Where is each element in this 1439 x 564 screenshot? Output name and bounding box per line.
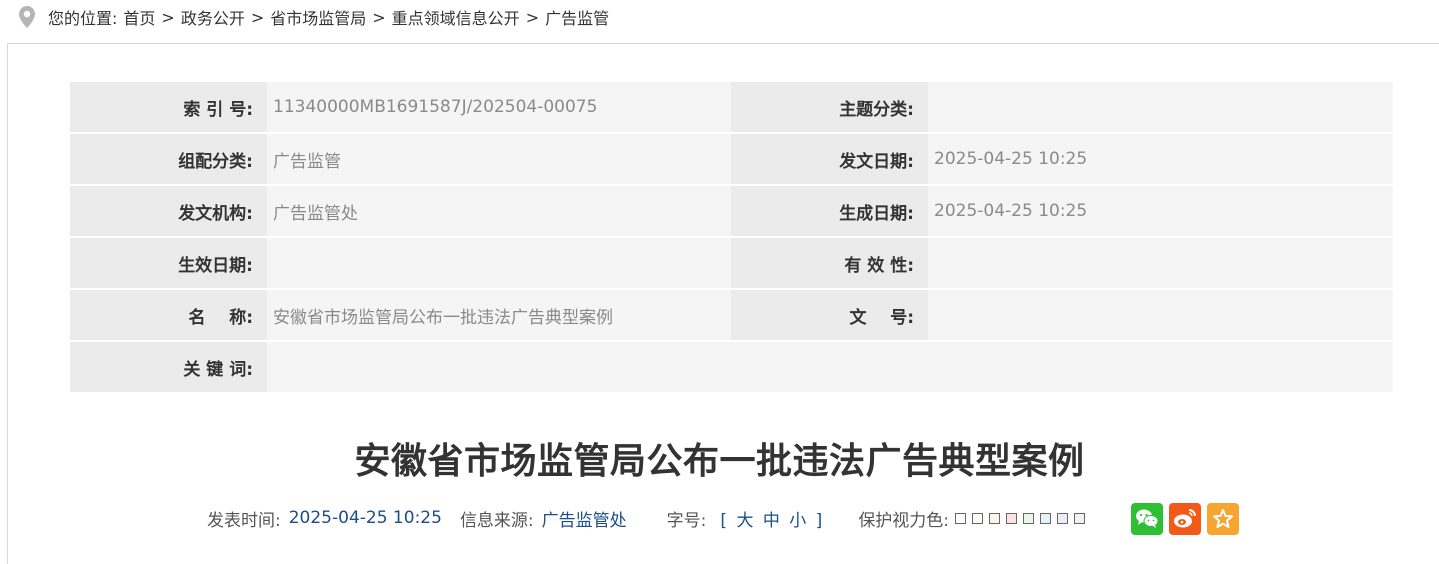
color-swatch[interactable]	[972, 512, 984, 524]
generated-date-label: 生成日期:	[731, 185, 928, 238]
source-value: 广告监管处	[541, 510, 627, 531]
breadcrumb-home[interactable]: 首页	[123, 5, 155, 29]
wechat-icon	[1136, 509, 1159, 528]
table-row: 组配分类: 广告监管 发文日期: 2025-04-25 10:25	[70, 133, 1393, 186]
generated-date-value: 2025-04-25 10:25	[928, 185, 1393, 238]
topic-category-value	[928, 82, 1393, 134]
topic-category-label: 主题分类:	[731, 82, 928, 134]
favorite-button[interactable]	[1207, 503, 1239, 535]
table-row: 关 键 词:	[70, 341, 1393, 394]
validity-value	[928, 237, 1393, 290]
name-label: 名 称:	[70, 289, 267, 342]
breadcrumb-separator: >	[372, 7, 386, 27]
issuing-agency-value: 广告监管处	[267, 185, 731, 238]
breadcrumb-separator: >	[161, 7, 175, 27]
color-swatch[interactable]	[955, 512, 967, 524]
publish-time-value: 2025-04-25 10:25	[288, 508, 442, 528]
keywords-label: 关 键 词:	[70, 341, 267, 394]
location-pin-icon	[19, 6, 35, 28]
issuing-agency-label: 发文机构:	[70, 185, 267, 238]
font-medium-button[interactable]: 中	[763, 511, 780, 531]
group-category-label: 组配分类:	[70, 133, 267, 186]
breadcrumb-ad-supervision[interactable]: 广告监管	[545, 5, 609, 29]
document-metadata-table: 索 引 号: 11340000MB1691587J/202504-00075 主…	[70, 82, 1393, 394]
breadcrumb-prefix: 您的位置:	[48, 9, 118, 28]
weibo-share-button[interactable]	[1169, 503, 1201, 535]
article-info-bar: 发表时间: 2025-04-25 10:25 信息来源: 广告监管处 字号: […	[207, 500, 1086, 536]
breadcrumb-key-areas[interactable]: 重点领域信息公开	[392, 5, 520, 29]
document-number-label: 文 号:	[731, 289, 928, 342]
bracket-open: [	[720, 510, 728, 531]
issue-date-label: 发文日期:	[731, 133, 928, 186]
index-number-value: 11340000MB1691587J/202504-00075	[267, 82, 731, 134]
source-label: 信息来源:	[459, 510, 534, 531]
bracket-close: ]	[815, 510, 823, 531]
font-size-label: 字号:	[666, 510, 707, 531]
article-title: 安徽省市场监管局公布一批违法广告典型案例	[354, 441, 1085, 482]
table-row: 索 引 号: 11340000MB1691587J/202504-00075 主…	[70, 82, 1393, 134]
breadcrumb-gov-affairs[interactable]: 政务公开	[181, 5, 245, 29]
effective-date-label: 生效日期:	[70, 237, 267, 290]
publish-time-label: 发表时间:	[207, 510, 281, 531]
eye-protection-swatches	[955, 512, 1086, 524]
document-number-value	[928, 289, 1393, 342]
color-swatch[interactable]	[1023, 512, 1035, 524]
breadcrumb-separator: >	[250, 7, 265, 27]
font-small-button[interactable]: 小	[789, 511, 806, 531]
validity-label: 有 效 性:	[731, 237, 928, 290]
weibo-icon	[1174, 509, 1196, 528]
color-swatch[interactable]	[1057, 512, 1069, 524]
share-buttons	[1131, 503, 1239, 535]
keywords-value	[267, 341, 1393, 394]
wechat-share-button[interactable]	[1131, 503, 1163, 535]
color-swatch[interactable]	[1040, 512, 1052, 524]
index-number-label: 索 引 号:	[70, 82, 267, 134]
font-large-button[interactable]: 大	[736, 511, 753, 531]
table-row: 生效日期: 有 效 性:	[70, 237, 1393, 290]
breadcrumb-separator: >	[525, 7, 540, 27]
breadcrumb: 您的位置: 首页 > 政务公开 > 省市场监管局 > 重点领域信息公开 > 广告…	[18, 0, 1439, 34]
table-row: 名 称: 安徽省市场监管局公布一批违法广告典型案例 文 号:	[70, 289, 1393, 342]
favorite-icon	[1213, 509, 1233, 528]
group-category-value: 广告监管	[267, 133, 731, 186]
issue-date-value: 2025-04-25 10:25	[928, 133, 1393, 186]
table-row: 发文机构: 广告监管处 生成日期: 2025-04-25 10:25	[70, 185, 1393, 238]
font-size-controls: [ 大 中 小 ]	[718, 506, 824, 531]
eye-protection-label: 保护视力色:	[858, 510, 950, 531]
color-swatch[interactable]	[989, 512, 1001, 524]
effective-date-value	[267, 237, 731, 290]
color-swatch[interactable]	[1006, 512, 1018, 524]
color-swatch[interactable]	[1074, 512, 1086, 524]
name-value: 安徽省市场监管局公布一批违法广告典型案例	[267, 289, 731, 342]
breadcrumb-provincial-bureau[interactable]: 省市场监管局	[270, 5, 366, 29]
